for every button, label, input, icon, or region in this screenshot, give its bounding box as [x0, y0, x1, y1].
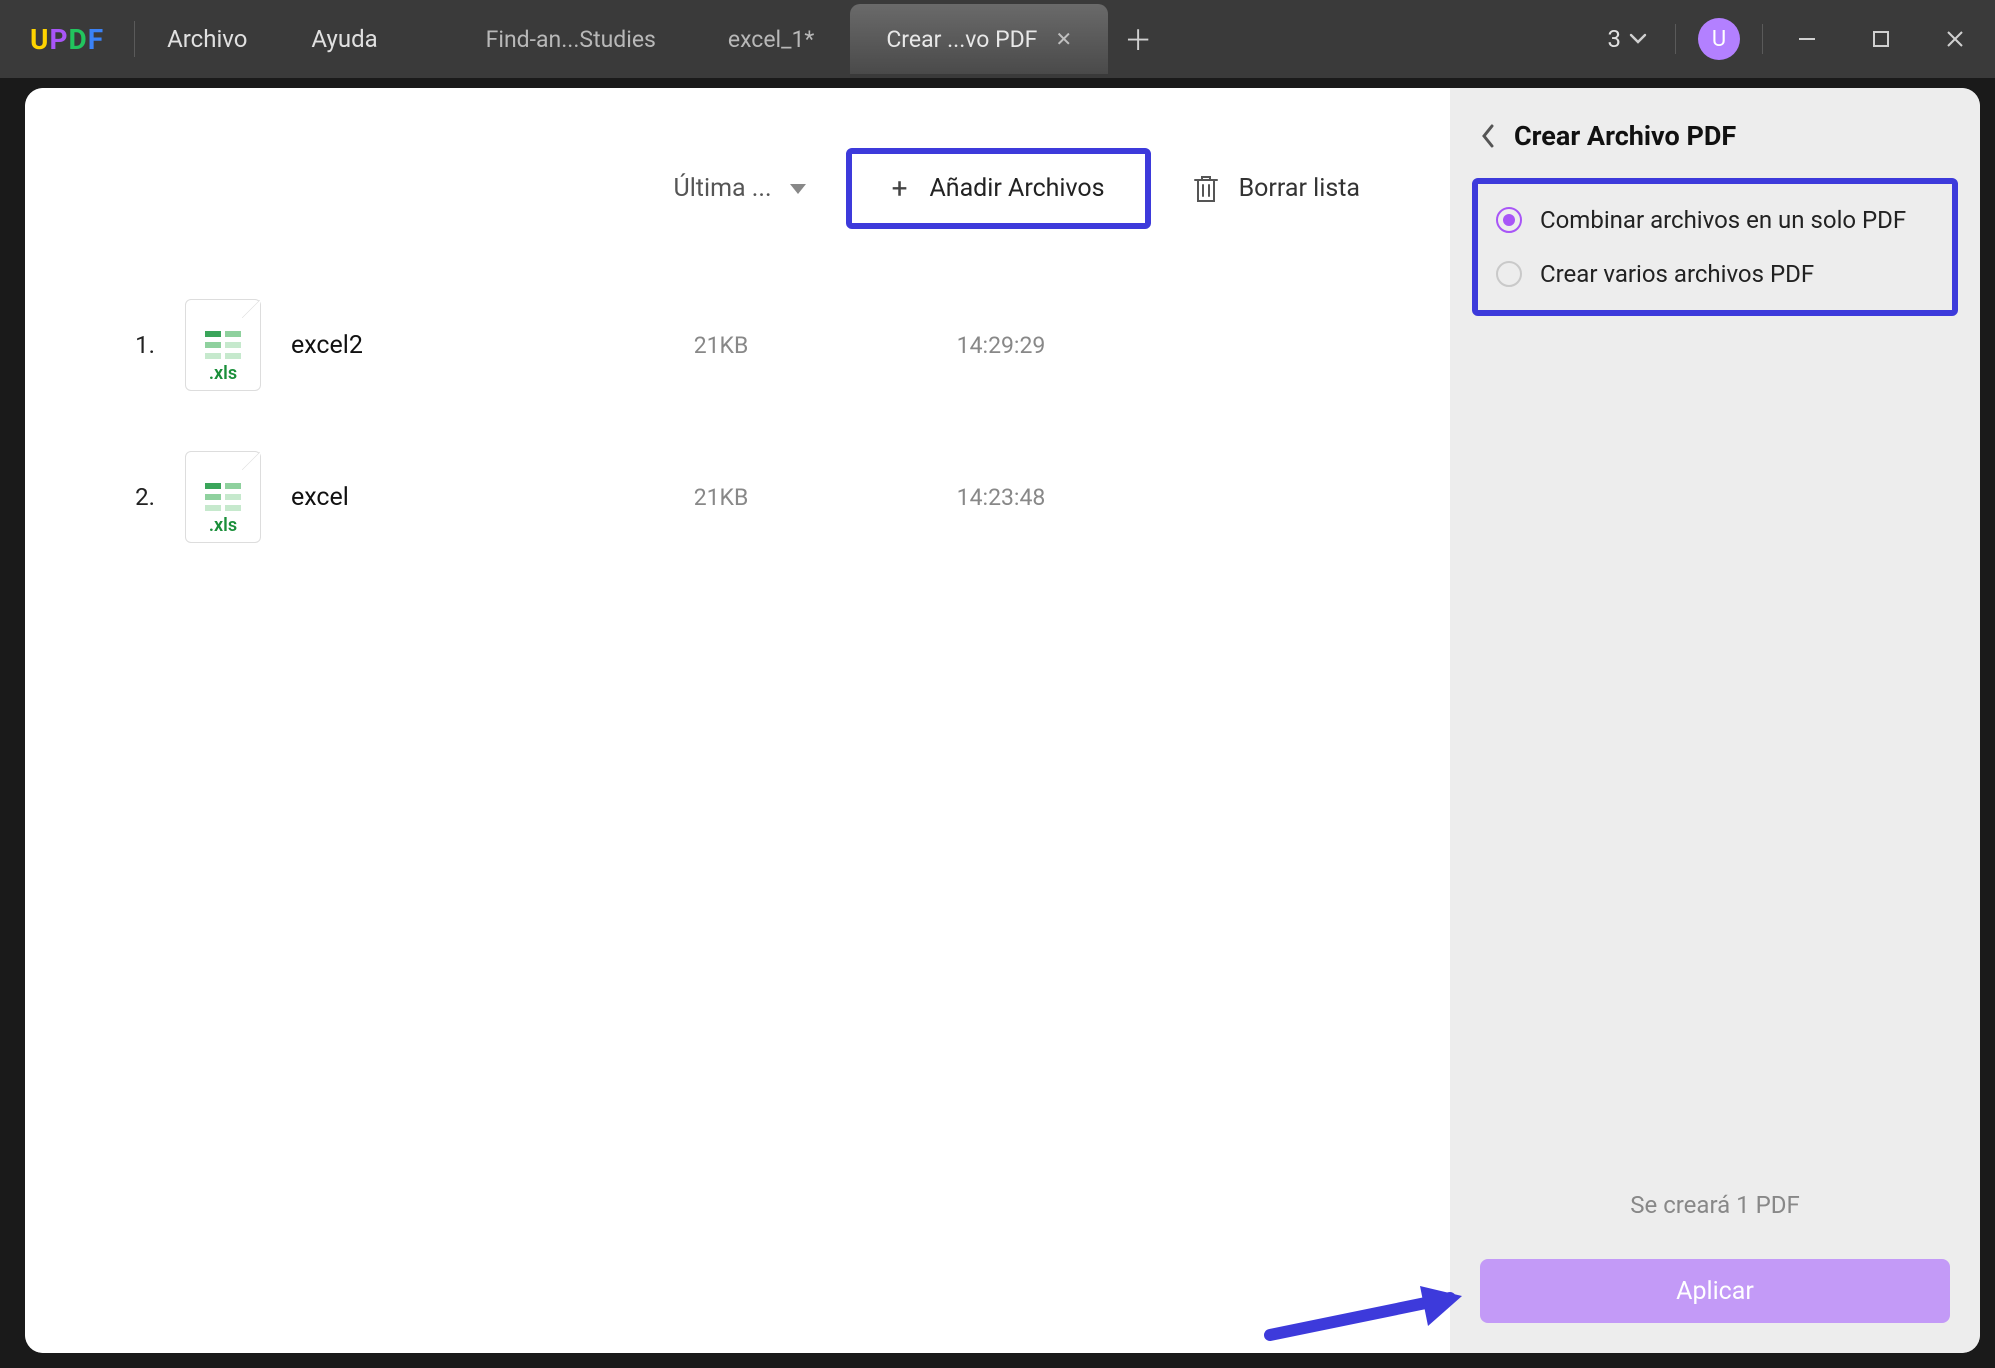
summary-text: Se creará 1 PDF: [1630, 1191, 1799, 1219]
app-logo: UPDF: [0, 23, 134, 56]
list-item[interactable]: 1. .xls excel2 21KB 14:29:29: [95, 269, 1380, 421]
file-name: excel: [291, 483, 591, 512]
close-window-button[interactable]: [1925, 14, 1985, 64]
xls-file-icon: .xls: [185, 451, 261, 543]
minimize-button[interactable]: [1777, 14, 1837, 64]
file-time: 14:29:29: [851, 332, 1151, 359]
plus-icon: +: [892, 172, 908, 205]
panel-header: Crear Archivo PDF: [1450, 88, 1980, 178]
tab-label: Find-an...Studies: [486, 26, 656, 53]
right-panel: Crear Archivo PDF Combinar archivos en u…: [1450, 88, 1980, 1353]
minimize-icon: [1796, 28, 1818, 50]
file-ext: .xls: [209, 363, 237, 384]
tab-label: Crear ...vo PDF: [886, 26, 1037, 53]
file-size: 21KB: [591, 332, 851, 359]
close-icon[interactable]: ✕: [1055, 27, 1072, 51]
menu-ayuda[interactable]: Ayuda: [279, 25, 409, 53]
trash-icon: [1191, 173, 1221, 205]
tab-crear-pdf[interactable]: Crear ...vo PDF ✕: [850, 4, 1108, 74]
radio-icon: [1496, 261, 1522, 287]
tab-label: excel_1*: [728, 26, 814, 53]
menu-archivo[interactable]: Archivo: [135, 25, 279, 53]
app-body: Última ... + Añadir Archivos Borrar list…: [0, 78, 1995, 1368]
tab-bar: Find-an...Studies excel_1* Crear ...vo P…: [450, 0, 1168, 78]
apply-button[interactable]: Aplicar: [1480, 1259, 1950, 1323]
file-name: excel2: [291, 331, 591, 360]
panel-footer: Se creará 1 PDF Aplicar: [1450, 1161, 1980, 1353]
sort-dropdown[interactable]: Última ...: [674, 174, 806, 203]
add-files-button[interactable]: + Añadir Archivos: [846, 148, 1151, 229]
file-meta: excel 21KB 14:23:48: [291, 483, 1360, 512]
file-list: 1. .xls excel2 21KB 14:29:29 2.: [75, 269, 1400, 573]
option-multiple[interactable]: Crear varios archivos PDF: [1496, 260, 1934, 288]
close-icon: [1944, 28, 1966, 50]
tab-excel1[interactable]: excel_1*: [692, 4, 850, 74]
file-ext: .xls: [209, 515, 237, 536]
pdf-options-box: Combinar archivos en un solo PDF Crear v…: [1472, 178, 1958, 316]
file-time: 14:23:48: [851, 484, 1151, 511]
maximize-button[interactable]: [1851, 14, 1911, 64]
option-label: Crear varios archivos PDF: [1540, 260, 1814, 288]
sort-label: Última ...: [674, 174, 772, 203]
chevron-down-icon: [1629, 33, 1647, 45]
count-value: 3: [1608, 25, 1622, 53]
option-combine[interactable]: Combinar archivos en un solo PDF: [1496, 206, 1934, 234]
file-size: 21KB: [591, 484, 851, 511]
divider: [1675, 24, 1676, 54]
toolbar: Última ... + Añadir Archivos Borrar list…: [75, 128, 1400, 269]
clear-label: Borrar lista: [1239, 174, 1360, 203]
radio-icon: [1496, 207, 1522, 233]
list-item[interactable]: 2. .xls excel 21KB 14:23:48: [95, 421, 1380, 573]
window-count-dropdown[interactable]: 3: [1594, 25, 1662, 53]
add-files-label: Añadir Archivos: [929, 174, 1104, 203]
avatar-initial: U: [1712, 27, 1726, 52]
avatar[interactable]: U: [1698, 18, 1740, 60]
chevron-down-icon: [790, 184, 806, 194]
titlebar: UPDF Archivo Ayuda Find-an...Studies exc…: [0, 0, 1995, 78]
main-wrap: Última ... + Añadir Archivos Borrar list…: [25, 88, 1980, 1353]
chevron-left-icon[interactable]: [1480, 123, 1496, 149]
add-tab-button[interactable]: ＋: [1108, 19, 1168, 59]
panel-title: Crear Archivo PDF: [1514, 120, 1736, 152]
titlebar-right: 3 U: [1594, 0, 1995, 78]
maximize-icon: [1871, 29, 1891, 49]
file-index: 1.: [115, 331, 155, 359]
main-panel: Última ... + Añadir Archivos Borrar list…: [25, 88, 1450, 1353]
plus-icon: ＋: [1124, 19, 1152, 59]
xls-file-icon: .xls: [185, 299, 261, 391]
tab-find-studies[interactable]: Find-an...Studies: [450, 4, 692, 74]
file-index: 2.: [115, 483, 155, 511]
clear-list-button[interactable]: Borrar lista: [1191, 173, 1360, 205]
option-label: Combinar archivos en un solo PDF: [1540, 206, 1906, 234]
file-meta: excel2 21KB 14:29:29: [291, 331, 1360, 360]
divider: [1762, 24, 1763, 54]
